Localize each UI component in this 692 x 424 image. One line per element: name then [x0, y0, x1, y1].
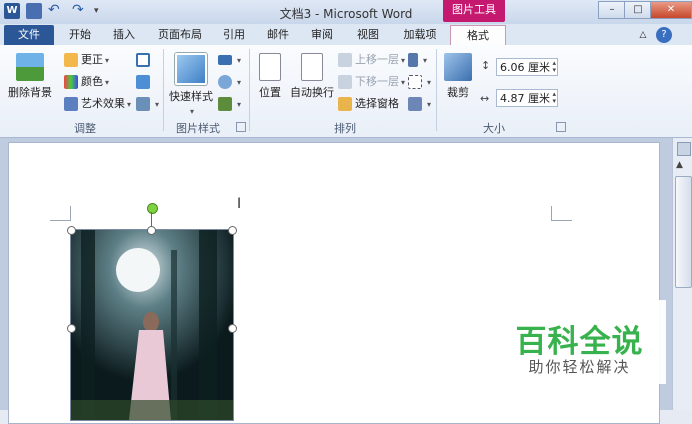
color-label: 颜色: [81, 75, 103, 88]
height-value: 6.06 厘米: [500, 61, 550, 74]
compress-pictures-icon[interactable]: [136, 51, 153, 69]
change-picture-icon[interactable]: [136, 73, 153, 91]
tab-review[interactable]: 审阅: [306, 27, 338, 45]
group-label-arrange: 排列: [334, 122, 356, 135]
group-separator: [249, 49, 250, 131]
tab-format[interactable]: 格式: [450, 25, 506, 46]
tab-addins[interactable]: 加载项: [398, 27, 442, 45]
watermark-subtitle: 助你轻松解决: [528, 358, 631, 376]
wrap-text-label: 自动换行: [290, 86, 334, 99]
vertical-scrollbar[interactable]: ▲: [672, 138, 692, 410]
margin-corner-top-left: [50, 206, 71, 221]
minimize-ribbon-icon[interactable]: △: [636, 27, 650, 45]
picture-effects-icon[interactable]: ▾: [218, 73, 241, 91]
tab-file[interactable]: 文件: [4, 25, 54, 45]
height-field[interactable]: 6.06 厘米 ▴ ▾: [496, 58, 558, 76]
group-separator: [163, 49, 164, 131]
minimize-button[interactable]: –: [598, 1, 626, 19]
quick-styles-label: 快速样式: [169, 90, 213, 103]
bring-forward-button[interactable]: 上移一层 ▾: [338, 51, 405, 69]
picture-tools-context-header: 图片工具: [443, 0, 505, 22]
group-separator: [436, 49, 437, 131]
crop-button[interactable]: 裁剪: [442, 53, 474, 100]
tab-home[interactable]: 开始: [62, 27, 98, 45]
send-backward-button[interactable]: 下移一层 ▾: [338, 73, 405, 91]
resize-handle-top-center[interactable]: [147, 226, 156, 235]
corrections-icon: [64, 53, 78, 67]
tab-page-layout[interactable]: 页面布局: [152, 27, 208, 45]
group-label-adjust: 调整: [74, 122, 96, 135]
tab-insert[interactable]: 插入: [106, 27, 142, 45]
crop-label: 裁剪: [447, 86, 469, 99]
selected-picture[interactable]: [70, 229, 234, 421]
rotate-icon[interactable]: ▾: [408, 95, 431, 113]
corrections-button[interactable]: 更正 ▾: [64, 51, 109, 69]
group-label-picture-styles: 图片样式: [176, 122, 220, 135]
resize-handle-top-left[interactable]: [67, 226, 76, 235]
send-backward-label: 下移一层: [355, 75, 399, 88]
rotate-handle[interactable]: [147, 203, 158, 214]
crop-icon: [444, 53, 472, 81]
quick-styles-button[interactable]: 快速样式▾: [168, 53, 214, 117]
picture-border-icon[interactable]: ▾: [218, 51, 241, 69]
watermark-logo: 百科全说 助你轻松解决: [493, 300, 666, 384]
scroll-up-icon[interactable]: ▲: [676, 160, 683, 170]
tab-view[interactable]: 视图: [352, 27, 384, 45]
position-button[interactable]: 位置: [254, 53, 286, 100]
remove-background-label: 删除背景: [8, 86, 52, 99]
bring-forward-icon: [338, 53, 352, 67]
ribbon: 删除背景 更正 ▾ 颜色 ▾ 艺术效果 ▾ ▾ 调整 快速样式▾ ▾ ▾ ▾ 图片样式…: [0, 45, 692, 138]
quick-styles-icon: [175, 53, 207, 85]
color-icon: [64, 75, 78, 89]
width-icon: ↔: [480, 92, 490, 105]
help-icon[interactable]: ?: [656, 27, 672, 43]
watermark-title: 百科全说: [515, 324, 644, 360]
resize-handle-top-right[interactable]: [228, 226, 237, 235]
resize-handle-middle-right[interactable]: [228, 324, 237, 333]
close-button[interactable]: ✕: [650, 1, 692, 19]
remove-background-icon: [16, 53, 44, 81]
reset-picture-icon[interactable]: ▾: [136, 95, 159, 113]
title-bar: W ↶ ↷ ▾ 文档3 - Microsoft Word 图片工具 – □ ✕: [0, 0, 692, 24]
position-icon: [259, 53, 281, 81]
artistic-effects-icon: [64, 97, 78, 111]
remove-background-button[interactable]: 删除背景: [6, 53, 54, 100]
artistic-effects-button[interactable]: 艺术效果 ▾: [64, 95, 131, 113]
maximize-button[interactable]: □: [624, 1, 652, 19]
size-launcher-icon[interactable]: [556, 122, 566, 132]
scrollbar-thumb[interactable]: [675, 176, 692, 288]
tab-mailings[interactable]: 邮件: [262, 27, 294, 45]
picture-content: [71, 230, 233, 420]
height-spinner-icon[interactable]: ▴ ▾: [552, 60, 556, 74]
selection-pane-label: 选择窗格: [355, 97, 399, 110]
artistic-effects-label: 艺术效果: [81, 97, 125, 110]
wrap-text-button[interactable]: 自动换行: [290, 53, 334, 100]
width-value: 4.87 厘米: [500, 92, 550, 105]
window-title: 文档3 - Microsoft Word: [279, 7, 413, 21]
group-objects-icon[interactable]: ▾: [408, 73, 431, 91]
corrections-label: 更正: [81, 53, 103, 66]
text-cursor-icon: I: [237, 196, 242, 212]
resize-handle-middle-left[interactable]: [67, 324, 76, 333]
selection-pane-button[interactable]: 选择窗格: [338, 95, 399, 113]
color-button[interactable]: 颜色 ▾: [64, 73, 109, 91]
group-label-size: 大小: [483, 122, 505, 135]
bring-forward-label: 上移一层: [355, 53, 399, 66]
height-icon: ↕: [481, 59, 491, 72]
send-backward-icon: [338, 75, 352, 89]
tab-references[interactable]: 引用: [218, 27, 250, 45]
selection-pane-icon: [338, 97, 352, 111]
position-label: 位置: [259, 86, 281, 99]
ribbon-tab-row: 文件 开始 插入 页面布局 引用 邮件 审阅 视图 加载项 格式 △ ?: [0, 24, 692, 46]
width-spinner-icon[interactable]: ▴ ▾: [552, 91, 556, 105]
wrap-text-icon: [301, 53, 323, 81]
picture-styles-launcher-icon[interactable]: [236, 122, 246, 132]
align-icon[interactable]: ▾: [408, 51, 427, 69]
width-field[interactable]: 4.87 厘米 ▴ ▾: [496, 89, 558, 107]
margin-corner-top-right: [551, 206, 572, 221]
picture-layout-icon[interactable]: ▾: [218, 95, 241, 113]
ruler-toggle-icon[interactable]: [677, 142, 691, 156]
